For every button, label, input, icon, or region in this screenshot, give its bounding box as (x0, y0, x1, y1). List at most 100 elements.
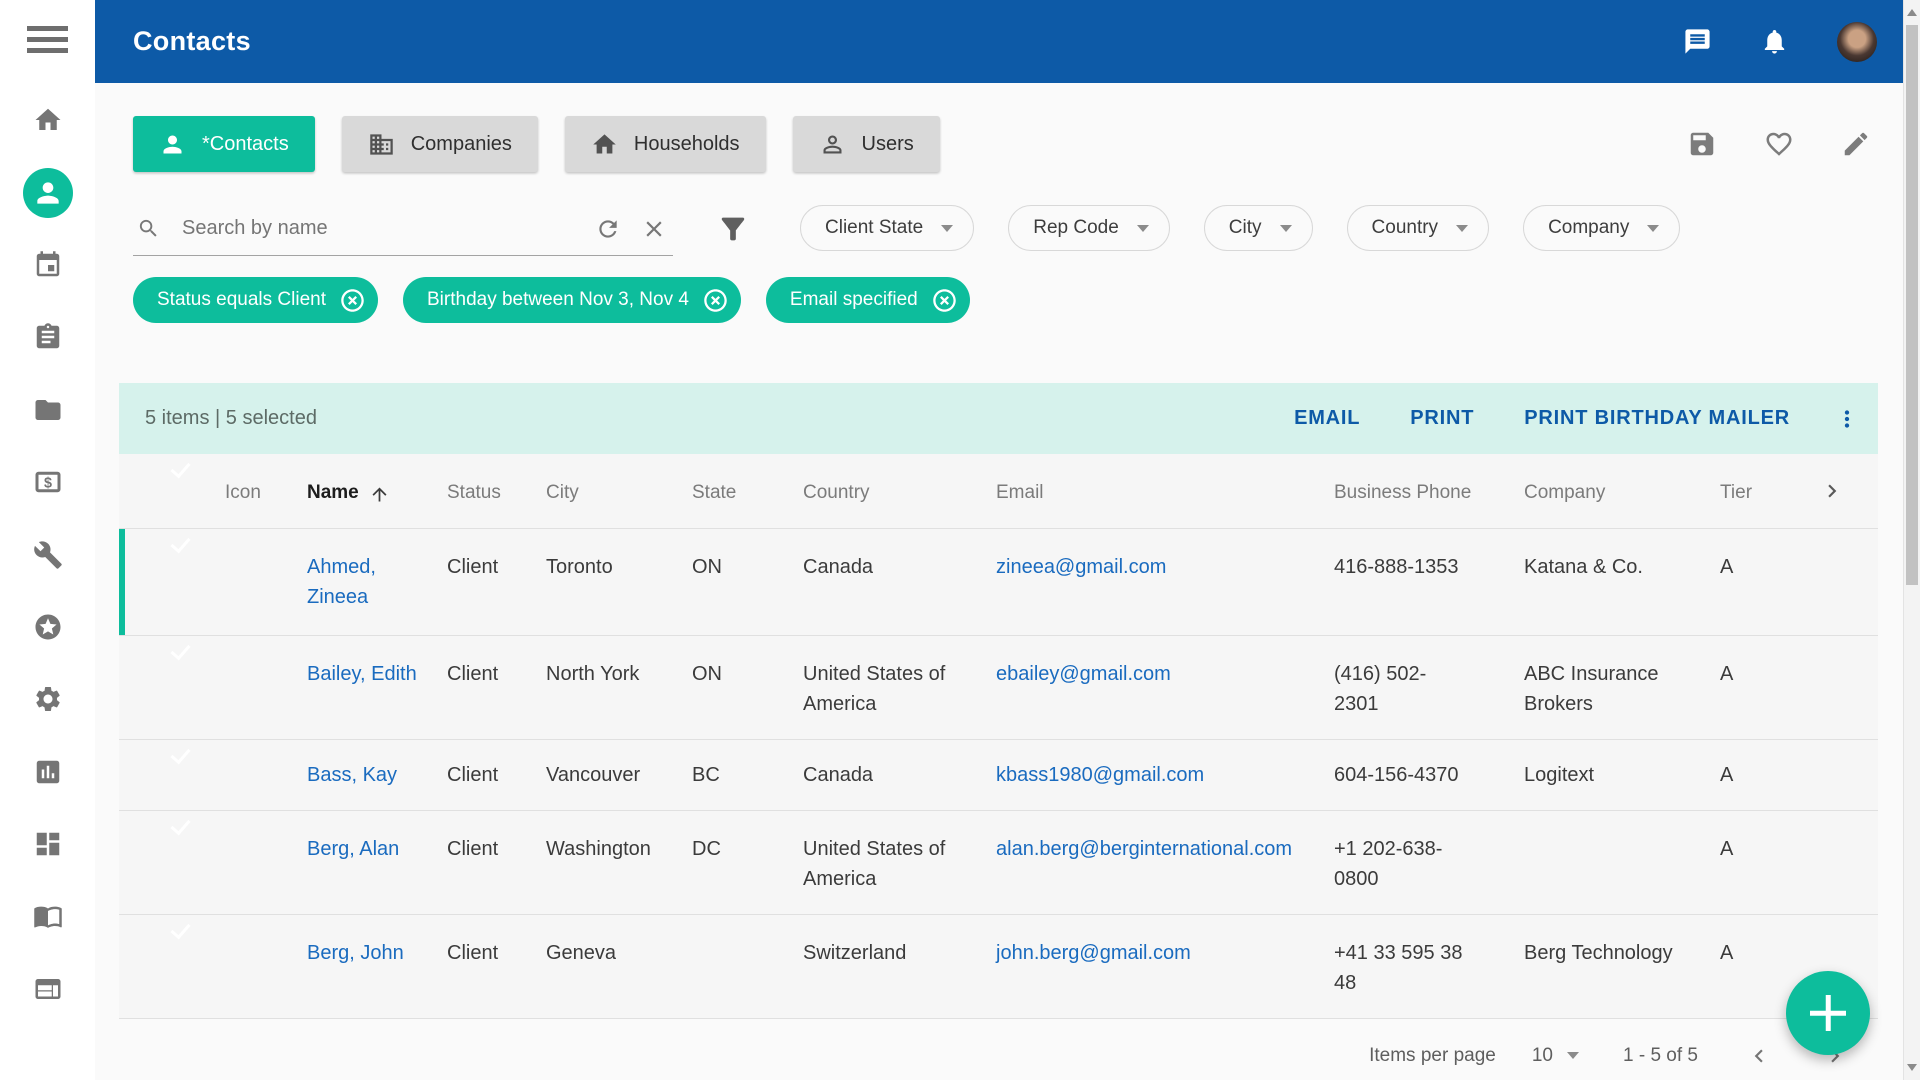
cards-icon (35, 978, 60, 999)
email-link[interactable]: kbass1980@gmail.com (996, 740, 1334, 790)
chip-status[interactable]: Status equals Client (133, 277, 378, 323)
tab-contacts[interactable]: *Contacts (133, 116, 315, 172)
cell-business-phone: 604-156-4370 (1334, 764, 1459, 786)
contact-name-link[interactable]: Bailey, Edith (307, 636, 447, 689)
column-header-email[interactable]: Email (996, 454, 1334, 504)
email-link[interactable]: zineea@gmail.com (996, 529, 1334, 582)
refresh-icon[interactable] (595, 216, 621, 242)
table-row[interactable]: Berg, Alan Client Washington DC United S… (119, 811, 1878, 915)
cell-status: Client (447, 764, 499, 786)
save-icon[interactable] (1687, 129, 1717, 159)
cell-state: BC (692, 764, 720, 786)
dropdown-label: Company (1548, 217, 1630, 238)
remove-chip-icon[interactable] (702, 287, 729, 314)
tab-label: Households (633, 132, 740, 155)
filter-chips: Status equals Client Birthday between No… (133, 277, 970, 323)
entity-tabs: *Contacts Companies Households Users (133, 116, 940, 172)
sidebar-item-home[interactable] (0, 84, 95, 156)
table-row[interactable]: Bailey, Edith Client North York ON Unite… (119, 636, 1878, 740)
column-header-status[interactable]: Status (447, 454, 546, 504)
email-link[interactable]: ebailey@gmail.com (996, 636, 1334, 689)
tab-households[interactable]: Households (564, 116, 766, 172)
tab-label: *Contacts (202, 132, 289, 155)
column-header-business-phone[interactable]: Business Phone (1334, 454, 1524, 504)
contact-name-link[interactable]: Ahmed, Zineea (307, 529, 447, 612)
contact-name-link[interactable]: Berg, John (307, 915, 447, 968)
cell-state: ON (692, 663, 722, 685)
reports-icon (36, 760, 59, 783)
search-icon (139, 219, 157, 237)
cell-company (1524, 811, 1720, 834)
add-contact-button[interactable] (1786, 971, 1870, 1055)
chevron-down-icon (1279, 224, 1292, 232)
sidebar-item-calendar[interactable] (0, 229, 95, 301)
print-birthday-mailer-button[interactable]: PRINT BIRTHDAY MAILER (1524, 407, 1790, 430)
sidebar-item-billing[interactable]: $ (0, 446, 95, 518)
calendar-icon (36, 251, 59, 277)
cell-business-phone: (416) 502-2301 (1334, 663, 1427, 715)
previous-page-icon[interactable] (1746, 1043, 1772, 1069)
table-row[interactable]: Ahmed, Zineea Client Toronto ON Canada z… (119, 529, 1878, 636)
dropdown-country[interactable]: Country (1346, 205, 1490, 251)
sidebar-item-reports[interactable] (0, 736, 95, 808)
favorite-icon[interactable] (1764, 129, 1794, 159)
dropdown-city[interactable]: City (1203, 205, 1313, 251)
cell-tier: A (1720, 764, 1734, 786)
column-header-company[interactable]: Company (1524, 454, 1720, 504)
email-link[interactable]: john.berg@gmail.com (996, 915, 1334, 968)
notifications-icon[interactable] (1760, 27, 1789, 56)
table-row[interactable]: Berg, John Client Geneva Switzerland joh… (119, 915, 1878, 1019)
column-header-tier[interactable]: Tier (1720, 454, 1819, 504)
sidebar-item-contacts[interactable] (0, 156, 95, 228)
sidebar-item-library[interactable] (0, 880, 95, 952)
tab-users[interactable]: Users (792, 116, 940, 172)
column-header-name[interactable]: Name (307, 454, 447, 505)
print-button[interactable]: PRINT (1410, 407, 1474, 430)
menu-icon[interactable] (27, 26, 68, 59)
remove-chip-icon[interactable] (931, 287, 958, 314)
column-header-icon[interactable]: Icon (225, 454, 307, 504)
contact-name-link[interactable]: Berg, Alan (307, 811, 447, 864)
cell-company: ABC Insurance Brokers (1524, 663, 1659, 715)
page-title: Contacts (133, 26, 251, 56)
page-size-select[interactable]: 10 (1532, 1045, 1579, 1067)
scroll-up-icon[interactable] (1907, 9, 1917, 16)
sidebar-item-documents[interactable] (0, 374, 95, 446)
table-row[interactable]: Bass, Kay Client Vancouver BC Canada kba… (119, 740, 1878, 811)
contacts-grid: 5 items | 5 selected EMAIL PRINT PRINT B… (119, 383, 1878, 1080)
sidebar-item-tools[interactable] (0, 518, 95, 590)
contact-name-link[interactable]: Bass, Kay (307, 740, 447, 790)
clear-search-icon[interactable] (641, 216, 667, 242)
cell-status: Client (447, 556, 499, 578)
user-avatar[interactable] (1837, 21, 1877, 62)
scroll-down-icon[interactable] (1907, 1064, 1917, 1071)
dropdown-company[interactable]: Company (1523, 205, 1681, 251)
remove-chip-icon[interactable] (339, 287, 366, 314)
cell-city: Vancouver (546, 764, 641, 786)
column-header-city[interactable]: City (546, 454, 692, 504)
filter-icon[interactable] (716, 212, 750, 246)
edit-icon[interactable] (1841, 129, 1871, 159)
scrollbar-thumb[interactable] (1906, 25, 1918, 585)
sidebar-item-tasks[interactable] (0, 301, 95, 373)
dropdown-rep-code[interactable]: Rep Code (1008, 205, 1170, 251)
sidebar-item-favorites[interactable] (0, 591, 95, 663)
sidebar-item-settings[interactable] (0, 663, 95, 735)
page-scrollbar[interactable] (1903, 0, 1920, 1080)
cell-tier: A (1720, 838, 1734, 860)
sidebar-item-cards[interactable] (0, 953, 95, 1025)
chip-birthday[interactable]: Birthday between Nov 3, Nov 4 (403, 277, 741, 323)
more-options-icon[interactable] (1834, 406, 1860, 432)
app-header: Contacts (95, 0, 1903, 83)
dropdown-client-state[interactable]: Client State (800, 205, 975, 251)
email-button[interactable]: EMAIL (1294, 407, 1360, 430)
column-header-state[interactable]: State (692, 454, 803, 504)
tab-companies[interactable]: Companies (341, 116, 538, 172)
scroll-columns-right-icon[interactable] (1819, 478, 1845, 504)
column-header-country[interactable]: Country (803, 454, 996, 504)
search-input[interactable] (180, 216, 575, 241)
chat-icon[interactable] (1683, 27, 1712, 56)
sidebar-item-dashboard[interactable] (0, 808, 95, 880)
chip-email[interactable]: Email specified (765, 277, 970, 323)
email-link[interactable]: alan.berg@berginternational.com (996, 811, 1334, 864)
